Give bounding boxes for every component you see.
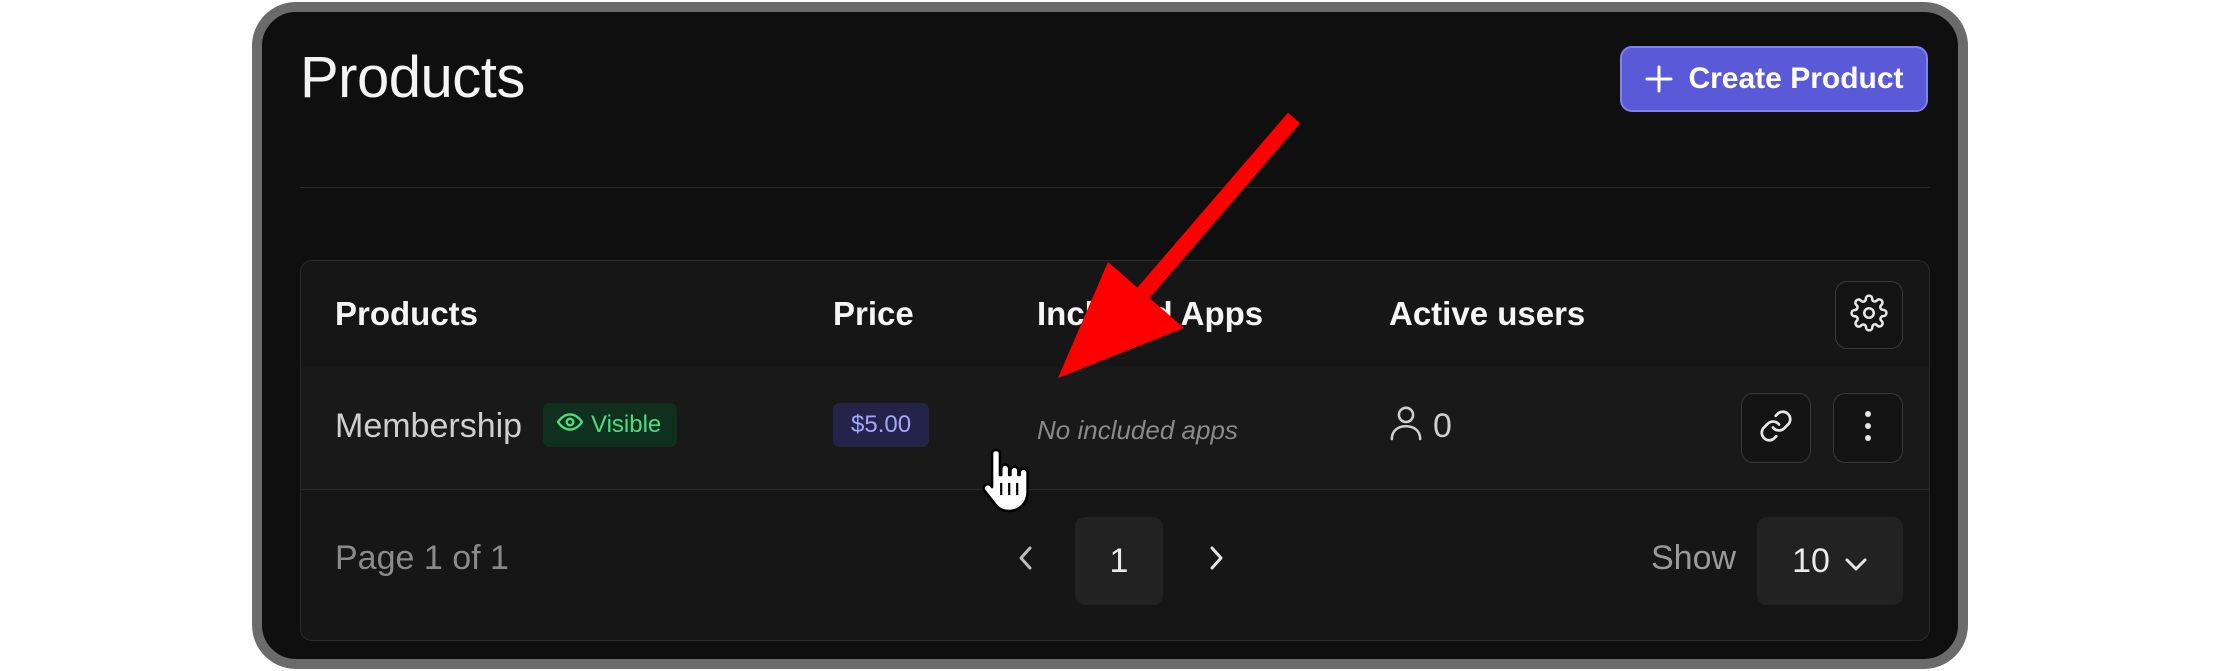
page-size-select[interactable]: 10 [1757, 517, 1903, 605]
status-badge: Visible [543, 403, 678, 447]
chevron-down-icon [1844, 542, 1868, 581]
table-header: Products Price Included Apps Active user… [301, 261, 1929, 368]
active-users-count: 0 [1433, 407, 1452, 445]
header-divider [300, 187, 1930, 188]
table-row[interactable]: Membership Visible $5.00 No included app… [301, 367, 1929, 490]
next-page-button[interactable] [1191, 535, 1241, 585]
column-header-products: Products [335, 295, 479, 332]
included-apps-value: No included apps [1037, 415, 1238, 445]
page-size-label: Show [1651, 539, 1737, 577]
gear-icon [1850, 293, 1888, 337]
column-header-included-apps: Included Apps [1037, 295, 1264, 332]
products-table: Products Price Included Apps Active user… [300, 260, 1930, 641]
table-footer: Page 1 of 1 1 Show 10 [301, 489, 1929, 642]
more-vertical-icon [1863, 408, 1873, 449]
eye-icon [556, 409, 584, 442]
link-icon [1758, 408, 1794, 449]
table-settings-button[interactable] [1835, 281, 1903, 349]
app-window: Products Create Product Products Price I… [252, 2, 1968, 669]
page-title: Products [300, 45, 525, 110]
active-users-cell: 0 [1389, 403, 1452, 450]
status-badge-label: Visible [591, 411, 662, 438]
previous-page-button[interactable] [1001, 535, 1051, 585]
product-name[interactable]: Membership [335, 407, 522, 446]
user-icon [1389, 403, 1423, 450]
create-product-label: Create Product [1688, 62, 1904, 95]
chevron-left-icon [1018, 545, 1034, 576]
column-header-active-users: Active users [1389, 295, 1586, 332]
create-product-button[interactable]: Create Product [1620, 46, 1928, 112]
copy-link-button[interactable] [1741, 393, 1811, 463]
page-number-button[interactable]: 1 [1075, 517, 1163, 605]
page-size-value: 10 [1792, 541, 1830, 580]
price-badge: $5.00 [833, 403, 930, 447]
chevron-right-icon [1208, 545, 1224, 576]
column-header-price: Price [833, 295, 914, 332]
plus-icon [1644, 64, 1674, 94]
hand-cursor-icon [980, 445, 1032, 520]
page-info: Page 1 of 1 [335, 539, 509, 577]
more-actions-button[interactable] [1833, 393, 1903, 463]
